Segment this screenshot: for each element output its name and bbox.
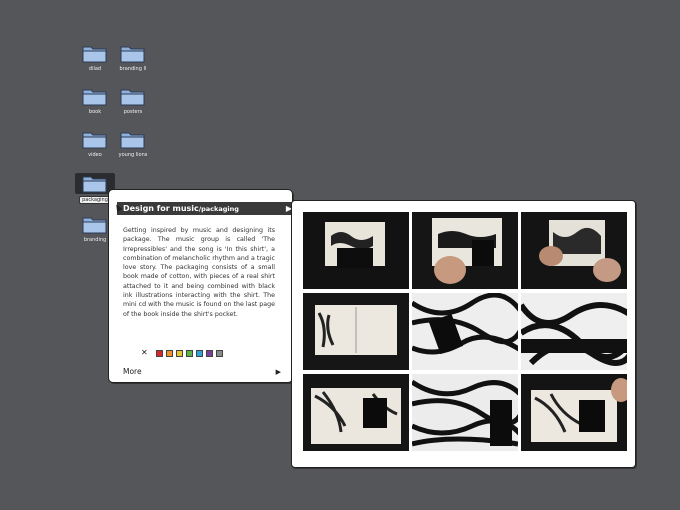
color-swatch[interactable] [205, 349, 213, 357]
gallery-thumbnail[interactable] [303, 212, 409, 289]
gallery-thumbnail[interactable] [521, 212, 627, 289]
color-swatch[interactable] [165, 349, 173, 357]
folder-icon [113, 87, 153, 106]
color-swatch[interactable] [185, 349, 193, 357]
project-title: Design for music/packaging [123, 204, 239, 213]
photo-grid [303, 212, 627, 451]
folder-label: dilad [88, 66, 102, 72]
arrow-right-icon: ▶ [275, 367, 281, 376]
photo-gallery-panel [291, 200, 636, 468]
more-button[interactable]: More ▶ [123, 367, 281, 376]
folder-icon [113, 44, 153, 63]
folder-label: posters [123, 109, 143, 115]
gallery-thumbnail[interactable] [303, 374, 409, 451]
folder-icon [75, 87, 115, 106]
desktop-folder-dilad[interactable]: dilad [75, 44, 115, 72]
gallery-thumbnail[interactable] [521, 293, 627, 370]
desktop-folder-book[interactable]: book [75, 87, 115, 115]
more-label: More [123, 367, 142, 376]
folder-label: book [88, 109, 102, 115]
color-swatch[interactable] [215, 349, 223, 357]
gallery-thumbnail[interactable] [412, 374, 518, 451]
project-title-bar: Design for music/packaging ▶ [117, 202, 298, 215]
folder-icon [75, 130, 115, 149]
close-icon[interactable]: ✕ [141, 349, 148, 357]
color-swatch[interactable] [175, 349, 183, 357]
folder-label: video [88, 152, 102, 158]
color-swatch[interactable] [195, 349, 203, 357]
gallery-thumbnail[interactable] [303, 293, 409, 370]
project-info-panel: Design for music/packaging ▶ Getting ins… [108, 189, 298, 383]
gallery-thumbnail[interactable] [521, 374, 627, 451]
project-description: Getting inspired by music and designing … [123, 227, 275, 318]
folder-icon [75, 44, 115, 63]
desktop-folder-branding-ii[interactable]: branding II [113, 44, 153, 72]
gallery-thumbnail[interactable] [412, 293, 518, 370]
desktop-folder-young-lions[interactable]: young lions [113, 130, 153, 158]
folder-label: young lions [118, 152, 148, 158]
folder-icon [113, 130, 153, 149]
folder-label: branding II [119, 66, 147, 72]
desktop-folder-video[interactable]: video [75, 130, 115, 158]
color-swatch[interactable] [155, 349, 163, 357]
desktop-folder-posters[interactable]: posters [113, 87, 153, 115]
color-swatch-row: ✕ [141, 349, 223, 357]
folder-label: packaging [79, 196, 111, 204]
project-subtitle: /packaging [198, 205, 239, 213]
gallery-thumbnail[interactable] [412, 212, 518, 289]
